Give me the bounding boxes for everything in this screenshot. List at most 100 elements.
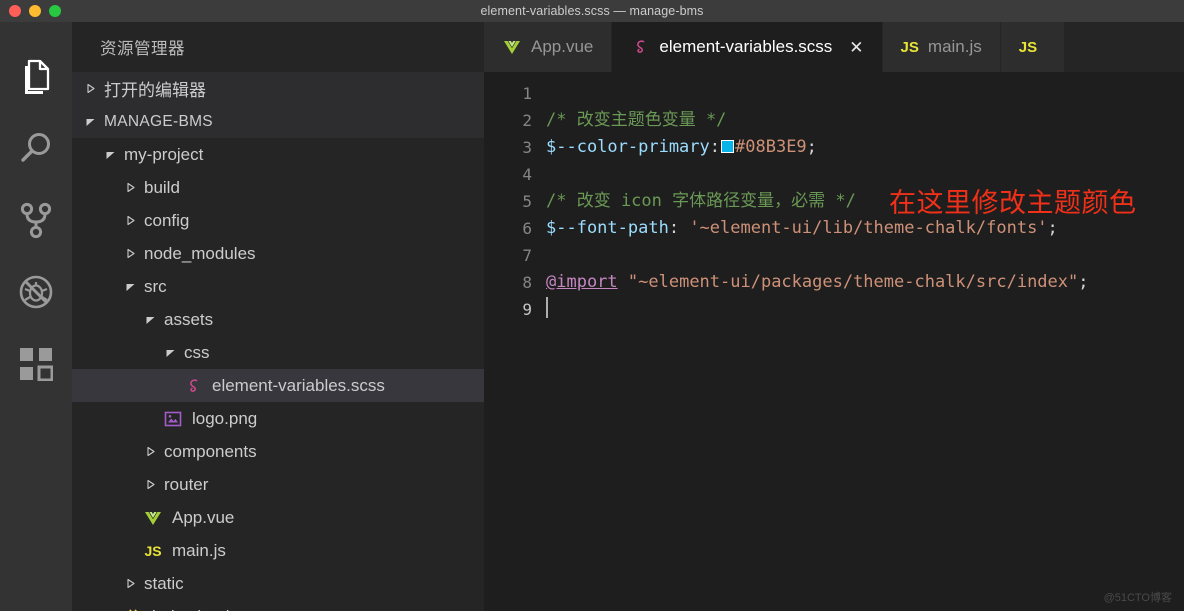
debug-disabled-icon [16, 272, 56, 312]
js-icon: JS [1018, 38, 1038, 56]
chevron-down-icon[interactable] [162, 347, 178, 358]
html-icon [123, 607, 143, 611]
tree-file-row[interactable]: JS main.js [72, 534, 484, 567]
minimize-window-button[interactable] [29, 5, 41, 17]
code-line[interactable] [546, 296, 1184, 323]
tree-item-label: config [144, 210, 190, 230]
chevron-down-icon[interactable] [122, 281, 138, 292]
tree-item-label: components [164, 441, 257, 461]
annotation-text: 在这里修改主题颜色 [889, 188, 1137, 219]
tree-item-label: element-variables.scss [212, 375, 385, 395]
vscode-window: element-variables.scss — manage-bms 资源管理… [0, 0, 1184, 611]
chevron-right-icon[interactable] [142, 446, 158, 457]
close-window-button[interactable] [9, 5, 21, 17]
code-token: @import [546, 272, 618, 292]
code-line[interactable] [546, 242, 1184, 269]
activity-item-source-control[interactable] [0, 184, 72, 256]
source-control-icon [18, 201, 54, 239]
code-line[interactable] [546, 80, 1184, 107]
title-bar: element-variables.scss — manage-bms [0, 0, 1184, 22]
line-number: 7 [522, 246, 532, 265]
tree-item-label: src [144, 276, 167, 296]
tree-file-row[interactable]: index.html [72, 600, 484, 611]
code-token: ; [1078, 272, 1089, 292]
chevron-down-icon[interactable] [102, 149, 118, 160]
code-token: /* 改变 icon 字体路径变量，必需 */ [546, 191, 856, 211]
tree-folder-row[interactable]: components [72, 435, 484, 468]
editor-tab[interactable]: App.vue [484, 22, 613, 72]
chevron-down-icon[interactable] [142, 314, 158, 325]
chevron-right-icon[interactable] [142, 479, 158, 490]
tab-file-icon [502, 37, 522, 57]
tab-label: App.vue [531, 37, 594, 56]
tab-file-icon: JS [901, 39, 919, 56]
tab-label: element-variables.scss [659, 37, 833, 56]
sidebar-section-workspace[interactable]: MANAGE-BMS [72, 105, 484, 138]
tree-file-row[interactable]: element-variables.scss [72, 369, 484, 402]
line-number: 2 [522, 111, 532, 130]
tree-folder-row[interactable]: node_modules [72, 237, 484, 270]
tree-item-label: css [184, 342, 210, 362]
tree-folder-row[interactable]: src [72, 270, 484, 303]
chevron-right-icon[interactable] [122, 215, 138, 226]
line-number: 6 [522, 219, 532, 238]
tree-file-row[interactable]: logo.png [72, 402, 484, 435]
file-type-icon [162, 409, 184, 429]
chevron-down-icon[interactable] [82, 116, 98, 127]
sidebar: 资源管理器 打开的编辑器 MANAGE-BMS my-project build con… [72, 22, 484, 611]
activity-item-extensions[interactable] [0, 328, 72, 400]
tree-folder-row[interactable]: assets [72, 303, 484, 336]
code-content[interactable]: /* 改变主题色变量 */ $--color-primary: #08B3E9; /*… [546, 72, 1184, 611]
editor-tab[interactable]: element-variables.scss ✕ [612, 22, 883, 72]
activity-item-search[interactable] [0, 112, 72, 184]
editor-tab[interactable]: JS main.js [882, 22, 1001, 72]
scss-icon [183, 376, 203, 396]
code-line[interactable]: @import "~element-ui/packages/theme-chal… [546, 269, 1184, 296]
code-editor[interactable]: 1 2 3 4 5 6 7 8 9 /* 改变主题色变量 */ $--color-primary:… [484, 72, 1184, 611]
tree-item-label: node_modules [144, 243, 256, 263]
file-type-icon: JS [142, 543, 164, 559]
tree-item-label: main.js [172, 540, 226, 560]
close-icon[interactable]: ✕ [849, 39, 863, 56]
tree-item-label: App.vue [172, 507, 235, 527]
extensions-icon [19, 347, 53, 381]
chevron-right-icon[interactable] [122, 182, 138, 193]
tree-item-label: my-project [124, 144, 204, 164]
tree-folder-row[interactable]: css [72, 336, 484, 369]
window-controls [0, 5, 61, 17]
chevron-right-icon[interactable] [122, 248, 138, 259]
activity-item-explorer[interactable] [0, 40, 72, 112]
tab-bar[interactable]: App.vue element-variables.scss ✕ JS main.js J… [484, 22, 1184, 72]
window-body: 资源管理器 打开的编辑器 MANAGE-BMS my-project build con… [0, 22, 1184, 611]
tree-folder-row[interactable]: router [72, 468, 484, 501]
editor-tab[interactable]: JS [1000, 22, 1066, 72]
sidebar-header: 资源管理器 [72, 22, 484, 72]
chevron-right-icon[interactable] [122, 578, 138, 589]
tree-item-label: index.html [152, 607, 229, 611]
chevron-right-icon[interactable] [82, 83, 98, 94]
file-tree[interactable]: 打开的编辑器 MANAGE-BMS my-project build config nod… [72, 72, 484, 611]
code-token: '~element-ui/lib/theme-chalk/fonts' [689, 218, 1048, 238]
code-token: /* 改变主题色变量 */ [546, 110, 727, 130]
code-line[interactable]: /* 改变主题色变量 */ [546, 107, 1184, 134]
window-title: element-variables.scss — manage-bms [480, 4, 704, 18]
maximize-window-button[interactable] [49, 5, 61, 17]
sidebar-section-open-editors[interactable]: 打开的编辑器 [72, 72, 484, 105]
editor-group: App.vue element-variables.scss ✕ JS main.js J… [484, 22, 1184, 611]
sidebar-section-label: MANAGE-BMS [104, 112, 213, 130]
code-token: : [668, 218, 690, 238]
file-type-icon [142, 508, 164, 528]
tree-folder-row[interactable]: static [72, 567, 484, 600]
tree-folder-row[interactable]: build [72, 171, 484, 204]
code-token: $--font-path [546, 218, 669, 238]
color-swatch[interactable] [721, 140, 735, 153]
activity-item-debug[interactable] [0, 256, 72, 328]
js-icon: JS [144, 542, 162, 559]
code-line[interactable]: $--color-primary: #08B3E9; [546, 134, 1184, 161]
tree-item-label: build [144, 177, 180, 197]
color-hex-value: #08B3E9 [735, 137, 807, 157]
files-explorer-icon [18, 57, 54, 95]
tree-folder-row[interactable]: config [72, 204, 484, 237]
tree-folder-row[interactable]: my-project [72, 138, 484, 171]
tree-file-row[interactable]: App.vue [72, 501, 484, 534]
